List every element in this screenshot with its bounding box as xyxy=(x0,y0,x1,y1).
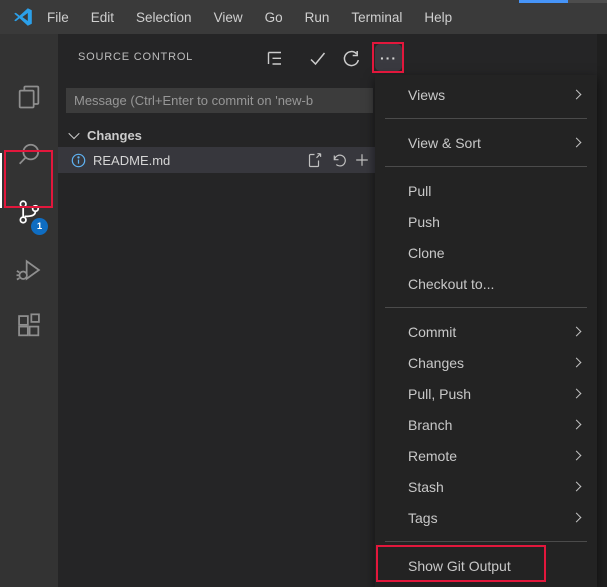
chevron-right-icon xyxy=(571,388,582,399)
menu-item-branch[interactable]: Branch xyxy=(375,409,597,440)
menu-separator xyxy=(385,307,587,308)
discard-changes-button[interactable] xyxy=(329,152,346,169)
menu-item-push[interactable]: Push xyxy=(375,206,597,237)
menu-item-label: Changes xyxy=(408,354,465,371)
changes-section-header[interactable]: Changes xyxy=(68,124,142,146)
menu-item-label: Checkout to... xyxy=(408,275,495,292)
extensions-icon xyxy=(18,313,40,337)
chevron-right-icon xyxy=(571,512,582,523)
menubar-item-edit[interactable]: Edit xyxy=(80,0,125,34)
menu-item-changes[interactable]: Changes xyxy=(375,347,597,378)
open-file-button[interactable] xyxy=(305,152,322,169)
vscode-logo-icon xyxy=(14,8,32,26)
menu-separator xyxy=(385,541,587,542)
menu-item-label: Stash xyxy=(408,478,444,495)
menu-separator xyxy=(385,118,587,119)
menubar-item-run[interactable]: Run xyxy=(294,0,341,34)
menu-item-pull[interactable]: Pull xyxy=(375,175,597,206)
annotation-box-source-control xyxy=(4,150,53,208)
menu-item-label: Pull, Push xyxy=(408,385,472,402)
menu-item-label: Push xyxy=(408,213,440,230)
menu-item-label: Branch xyxy=(408,416,453,433)
menubar-item-file[interactable]: File xyxy=(36,0,80,34)
discard-changes-icon xyxy=(333,154,346,167)
chevron-right-icon xyxy=(571,357,582,368)
menu-item-commit[interactable]: Commit xyxy=(375,316,597,347)
menu-item-label: Remote xyxy=(408,447,458,464)
chevron-right-icon xyxy=(571,419,582,430)
top-blue-strip xyxy=(519,0,568,3)
stage-changes-button[interactable] xyxy=(353,152,370,169)
open-file-icon xyxy=(308,153,321,168)
chevron-right-icon xyxy=(571,137,582,148)
menubar-item-help[interactable]: Help xyxy=(413,0,463,34)
menu-item-views[interactable]: Views xyxy=(375,79,597,110)
changes-section-label: Changes xyxy=(87,127,142,143)
source-control-panel: SOURCE CONTROL ··· Changes xyxy=(58,34,402,587)
active-view-indicator xyxy=(0,153,2,208)
annotation-box-more-actions xyxy=(372,42,404,73)
refresh-button[interactable] xyxy=(341,48,362,69)
chevron-right-icon xyxy=(571,326,582,337)
source-control-badge: 1 xyxy=(31,218,48,235)
menu-item-pull-push[interactable]: Pull, Push xyxy=(375,378,597,409)
menu-item-label: Commit xyxy=(408,323,457,340)
refresh-icon xyxy=(343,50,360,67)
menu-item-tags[interactable]: Tags xyxy=(375,502,597,533)
panel-title: SOURCE CONTROL xyxy=(78,51,194,63)
menubar-item-view[interactable]: View xyxy=(203,0,254,34)
menu-item-label: Clone xyxy=(408,244,445,261)
menubar-item-terminal[interactable]: Terminal xyxy=(340,0,413,34)
menu-item-remote[interactable]: Remote xyxy=(375,440,597,471)
menu-bar: File Edit Selection View Go Run Terminal… xyxy=(36,0,463,34)
file-name: README.md xyxy=(93,152,171,168)
editor-background-strip xyxy=(597,34,607,587)
vscode-window: File Edit Selection View Go Run Terminal… xyxy=(0,0,607,587)
menu-item-checkout-to[interactable]: Checkout to... xyxy=(375,268,597,299)
extensions-activity-button[interactable] xyxy=(7,303,51,349)
chevron-right-icon xyxy=(571,450,582,461)
activity-bar: 1 xyxy=(0,34,58,587)
menu-item-clone[interactable]: Clone xyxy=(375,237,597,268)
menu-item-label: View & Sort xyxy=(408,134,481,151)
annotation-box-show-git-output xyxy=(376,545,546,582)
run-debug-activity-button[interactable] xyxy=(7,247,51,293)
plus-icon xyxy=(355,154,368,166)
menu-separator xyxy=(385,166,587,167)
commit-message-input[interactable] xyxy=(66,88,373,113)
menu-item-label: Tags xyxy=(408,509,438,526)
menu-item-view-and-sort[interactable]: View & Sort xyxy=(375,127,597,158)
menu-item-label: Pull xyxy=(408,182,432,199)
file-row-readme[interactable]: README.md xyxy=(58,147,378,173)
commit-button[interactable] xyxy=(307,48,328,69)
view-as-tree-button[interactable] xyxy=(264,48,285,69)
tree-icon xyxy=(267,51,281,65)
menu-item-label: Views xyxy=(408,86,446,103)
menu-item-stash[interactable]: Stash xyxy=(375,471,597,502)
more-actions-context-menu: Views View & Sort Pull Push Clone Checko… xyxy=(375,75,597,587)
chevron-right-icon xyxy=(571,481,582,492)
chevron-right-icon xyxy=(571,89,582,100)
chevron-down-icon xyxy=(68,127,80,140)
menubar-item-go[interactable]: Go xyxy=(254,0,294,34)
files-icon xyxy=(18,85,40,109)
top-gray-strip xyxy=(568,0,607,3)
explorer-activity-button[interactable] xyxy=(7,74,51,120)
title-bar: File Edit Selection View Go Run Terminal… xyxy=(0,0,607,34)
check-icon xyxy=(310,52,326,66)
run-debug-icon xyxy=(16,259,41,281)
info-icon xyxy=(71,153,86,167)
menubar-item-selection[interactable]: Selection xyxy=(125,0,203,34)
